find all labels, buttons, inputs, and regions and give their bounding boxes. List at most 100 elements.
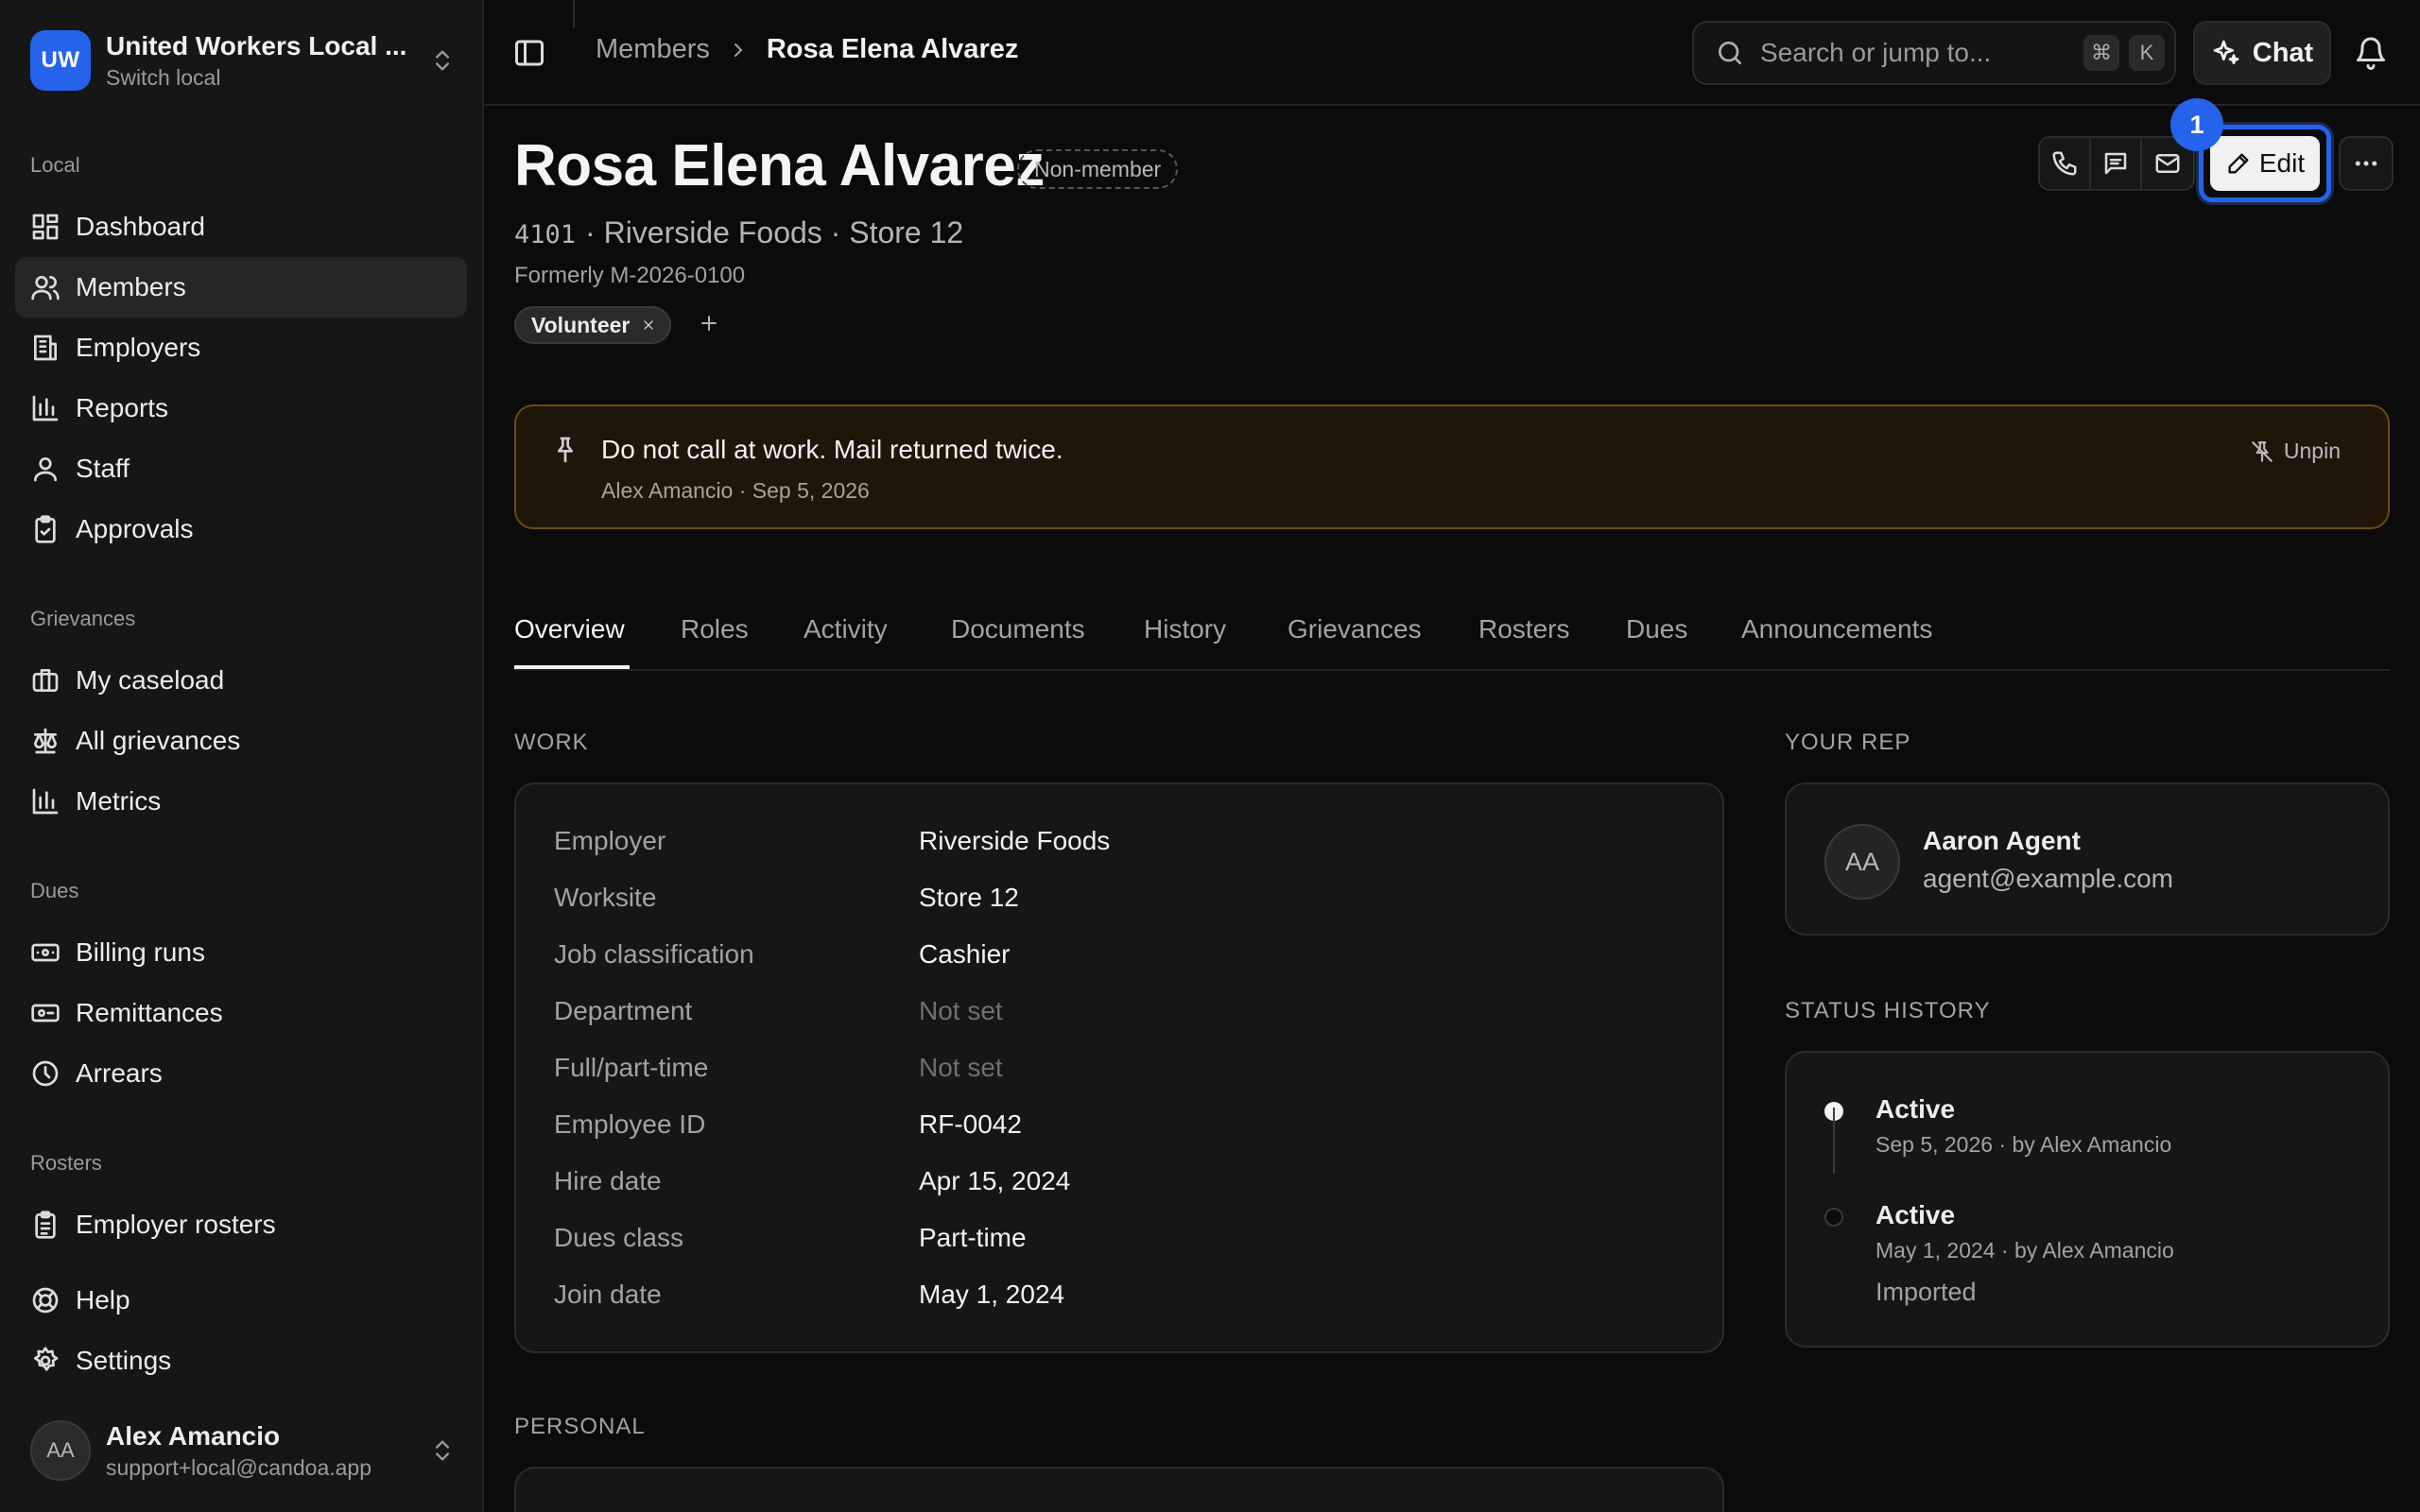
user-icon [34,457,57,482]
sidebar-toggle-icon[interactable] [512,36,546,70]
rep-section-label: YOUR REP [1785,730,1911,755]
tab-history[interactable]: History [1144,614,1226,644]
sidebar-item-staff[interactable]: Staff [15,438,467,499]
edit-button[interactable]: Edit [2210,136,2320,191]
scale-icon [34,728,57,754]
field-value: May 1, 2024 [919,1280,1065,1309]
phone-icon [2052,151,2077,176]
sidebar-item-settings[interactable]: Settings [15,1331,467,1391]
chat-label: Chat [2252,37,2314,68]
field-label: Dues class [554,1223,683,1252]
section-rosters: Rosters [30,1151,102,1175]
sidebar-item-remittances[interactable]: Remittances [15,983,467,1043]
sidebar-item-members[interactable]: Members [15,257,467,318]
sidebar-item-billing-runs[interactable]: Billing runs [15,922,467,983]
tab-overview[interactable]: Overview [514,614,625,644]
employer-line: · Riverside Foods · Store 12 [585,215,964,249]
sidebar-item-approvals[interactable]: Approvals [15,499,467,559]
tab-roles[interactable]: Roles [681,614,749,644]
close-icon[interactable] [641,318,656,333]
sidebar-item-employer-rosters[interactable]: Employer rosters [15,1194,467,1255]
status-history-card: Active Sep 5, 2026 · by Alex Amancio Act… [1785,1051,2390,1348]
field-value: Store 12 [919,883,1019,912]
sidebar-item-all-grievances[interactable]: All grievances [15,711,467,771]
step-marker: 1 [2170,98,2223,151]
sidebar-item-help[interactable]: Help [15,1270,467,1331]
pinned-note-text: Do not call at work. Mail returned twice… [601,435,1063,464]
unpin-button[interactable]: Unpin [2250,438,2341,464]
dashboard-icon [32,214,59,240]
work-card: Employer Riverside Foods Worksite Store … [514,782,1724,1353]
status-badge: Non-member [1017,149,1179,189]
users-icon [31,276,60,301]
pin-icon [558,437,573,463]
sidebar-item-arrears[interactable]: Arrears [15,1043,467,1104]
sidebar-item-dashboard[interactable]: Dashboard [15,197,467,257]
rep-email[interactable]: agent@example.com [1923,864,2173,894]
user-menu[interactable]: AA Alex Amancio support+local@candoa.app [30,1419,456,1482]
sidebar-item-metrics[interactable]: Metrics [15,771,467,832]
sidebar-item-label: All grievances [76,726,241,755]
life-buoy-icon [32,1287,59,1314]
plus-icon[interactable] [698,312,720,335]
call-button[interactable] [2040,138,2091,189]
avatar: AA [1824,824,1900,900]
clock-icon [32,1060,59,1087]
history-note: Imported [1876,1278,1977,1306]
field-label: Full/part-time [554,1053,709,1082]
sidebar-item-label: Staff [76,454,130,483]
rep-card: AA Aaron Agent agent@example.com [1785,782,2390,936]
kbd-k: K [2129,35,2165,71]
active-tab-indicator [514,665,630,669]
sidebar-item-my-caseload[interactable]: My caseload [15,650,467,711]
sidebar-item-reports[interactable]: Reports [15,378,467,438]
field-value: Not set [919,996,1003,1025]
tab-documents[interactable]: Documents [951,614,1085,644]
sidebar-item-label: Employers [76,333,201,362]
divider [573,0,575,28]
breadcrumb: Members Rosa Elena Alvarez [596,34,1018,65]
wallet-icon [31,1004,60,1022]
bell-icon[interactable] [2354,36,2388,70]
sidebar-item-label: Metrics [76,786,162,816]
sidebar-item-label: Settings [76,1346,172,1375]
breadcrumb-members[interactable]: Members [596,34,710,65]
breadcrumb-current: Rosa Elena Alvarez [766,34,1019,64]
personal-card [514,1467,1724,1512]
field-label: Hire date [554,1166,662,1195]
more-horizontal-icon [2355,161,2377,166]
kbd-cmd: ⌘ [2083,35,2119,71]
building-icon [33,335,57,361]
local-badge: UW [30,30,91,91]
chevron-up-down-icon [436,1440,449,1461]
member-id: 4101 [514,220,577,249]
search-input[interactable]: Search or jump to... ⌘ K [1692,21,2176,85]
tab-activity[interactable]: Activity [804,614,888,644]
page-title: Rosa Elena Alvarez [514,133,1045,198]
tab-rosters[interactable]: Rosters [1478,614,1569,644]
field-label: Worksite [554,883,657,912]
bar-chart-icon [32,395,59,421]
field-value: Riverside Foods [919,826,1111,855]
tag-label: Volunteer [531,312,631,337]
sidebar-item-employers[interactable]: Employers [15,318,467,378]
tab-grievances[interactable]: Grievances [1288,614,1422,644]
tab-announcements[interactable]: Announcements [1741,614,1932,644]
more-button[interactable] [2339,136,2394,191]
history-meta: Sep 5, 2026 · by Alex Amancio [1876,1132,2172,1157]
section-dues: Dues [30,879,79,902]
local-name: United Workers Local ... [106,30,407,60]
clipboard-list-icon [35,1211,56,1239]
history-status: Active [1876,1200,1956,1229]
field-value: Part-time [919,1223,1027,1252]
timeline-line [1833,1108,1835,1174]
message-button[interactable] [2091,138,2142,189]
member-subline: 4101 · Riverside Foods · Store 12 [514,215,963,250]
pinned-note: Do not call at work. Mail returned twice… [514,404,2390,529]
chat-button[interactable]: Chat [2193,21,2331,85]
sidebar-item-label: Dashboard [76,212,205,241]
banknote-icon [31,943,60,962]
local-switcher[interactable]: UW United Workers Local ... Switch local [30,28,456,93]
tab-dues[interactable]: Dues [1626,614,1687,644]
sidebar-item-label: Approvals [76,514,194,543]
